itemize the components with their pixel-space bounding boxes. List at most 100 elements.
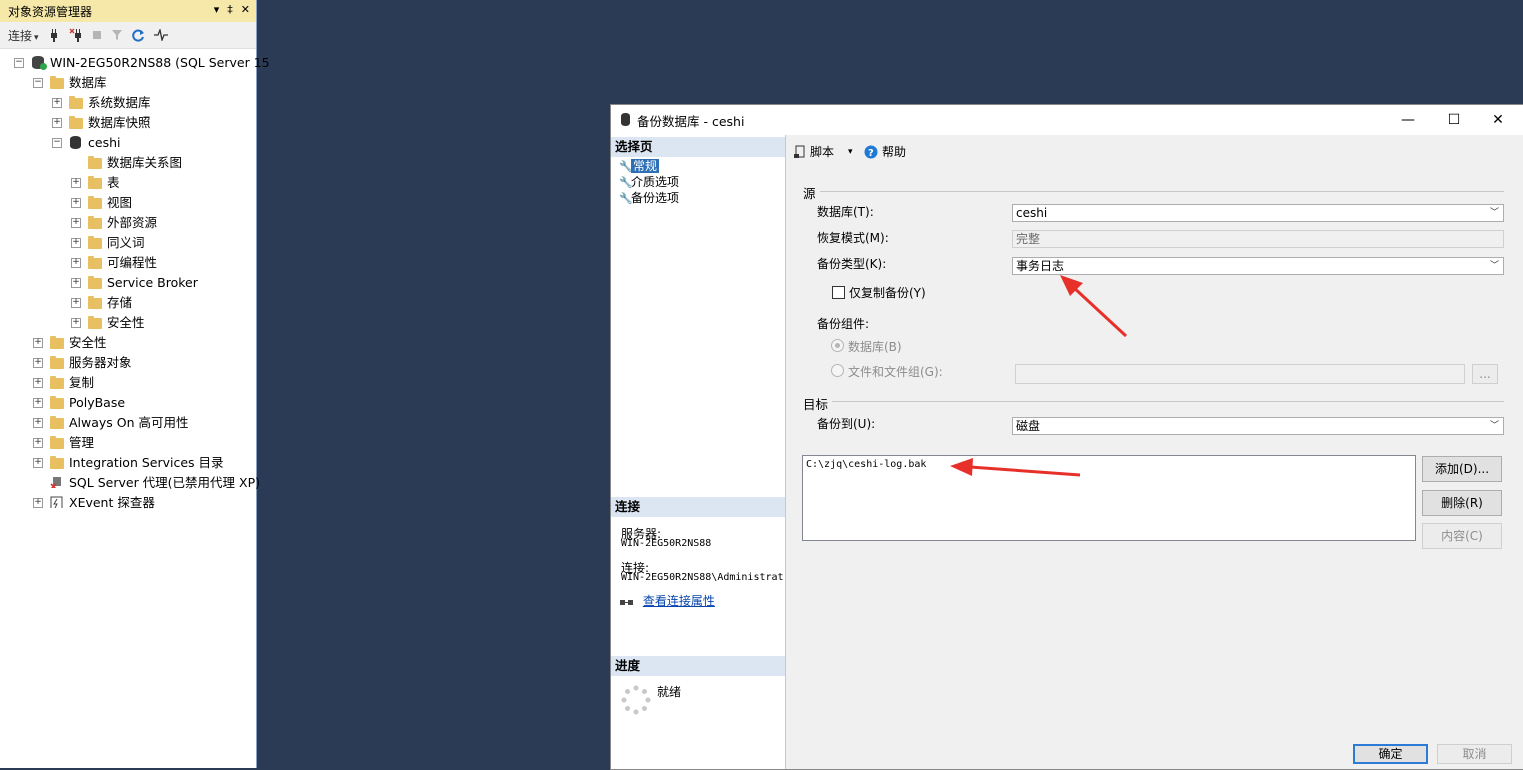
script-dropdown[interactable]: 脚本 ▾ [794, 143, 853, 160]
expand-icon[interactable]: + [71, 298, 81, 308]
backup-type-combo[interactable]: 事务日志 ﹀ [1012, 257, 1504, 275]
progress-status: 就绪 [657, 685, 682, 699]
chevron-down-icon: ▾ [848, 146, 853, 157]
database-combo[interactable]: ceshi ﹀ [1012, 204, 1504, 222]
tree-node-databases[interactable]: − 数据库 [0, 73, 256, 93]
destination-contents-button[interactable]: 内容(C) [1422, 523, 1502, 549]
backup-to-label: 备份到(U): [817, 417, 876, 431]
collapse-icon[interactable]: − [33, 78, 43, 88]
add-destination-button[interactable]: 添加(D)... [1422, 456, 1502, 482]
collapse-icon[interactable]: − [14, 58, 24, 68]
tree-node-always-on[interactable]: + Always On 高可用性 [0, 413, 256, 433]
expand-icon[interactable]: + [33, 438, 43, 448]
tree-node-label: PolyBase [69, 395, 126, 410]
folder-icon [88, 276, 102, 289]
tree-node-storage[interactable]: + 存储 [0, 293, 256, 313]
expand-icon[interactable]: + [71, 318, 81, 328]
tree-node-replication[interactable]: + 复制 [0, 373, 256, 393]
tree-node-xevent-profiler[interactable]: + XEvent 探查器 [0, 493, 256, 513]
filter-icon[interactable] [111, 29, 123, 41]
expand-icon[interactable]: + [33, 418, 43, 428]
chevron-down-icon: ﹀ [1489, 261, 1499, 271]
tree-node-server[interactable]: − WIN-2EG50R2NS88 (SQL Server 15 [0, 53, 270, 73]
remove-destination-button[interactable]: 删除(R) [1422, 490, 1502, 516]
connection-value: WIN-2EG50R2NS88\Administrat [621, 572, 784, 583]
refresh-icon[interactable] [131, 29, 145, 42]
copy-only-checkbox[interactable] [832, 286, 845, 299]
expand-icon[interactable]: + [71, 238, 81, 248]
expand-icon[interactable]: + [71, 178, 81, 188]
server-icon [32, 56, 47, 70]
component-database-radio[interactable] [831, 339, 844, 352]
folder-icon [88, 196, 102, 209]
activity-monitor-icon[interactable] [153, 29, 168, 41]
help-button[interactable]: ? 帮助 [864, 143, 906, 160]
tree-node-management[interactable]: + 管理 [0, 433, 256, 453]
expand-icon[interactable]: + [71, 198, 81, 208]
expand-icon[interactable]: + [33, 458, 43, 468]
tree-node-db-security[interactable]: + 安全性 [0, 313, 256, 333]
close-icon[interactable]: ✕ [241, 3, 250, 16]
filegroup-browse-button[interactable]: ... [1472, 364, 1498, 384]
window-position-dropdown-icon[interactable]: ▾ [214, 3, 220, 16]
filegroup-field [1015, 364, 1465, 384]
database-icon [70, 136, 81, 149]
script-label: 脚本 [810, 145, 835, 159]
tree-node-server-objects[interactable]: + 服务器对象 [0, 353, 256, 373]
folder-icon [88, 216, 102, 229]
expand-icon[interactable]: + [71, 278, 81, 288]
list-item[interactable]: C:\zjq\ceshi-log.bak [806, 459, 926, 470]
collapse-icon[interactable]: − [52, 138, 62, 148]
expand-icon[interactable]: + [71, 258, 81, 268]
folder-icon [50, 436, 64, 449]
tree-node-external-resources[interactable]: + 外部资源 [0, 213, 256, 233]
page-general[interactable]: 🔧常规 [619, 158, 660, 174]
expand-icon[interactable]: + [33, 378, 43, 388]
minimize-button[interactable]: — [1385, 105, 1431, 135]
tree-node-synonyms[interactable]: + 同义词 [0, 233, 256, 253]
source-group-divider [820, 191, 1504, 192]
expand-icon[interactable]: + [33, 358, 43, 368]
folder-icon [50, 356, 64, 369]
tree-node-programmability[interactable]: + 可编程性 [0, 253, 256, 273]
stop-icon[interactable] [92, 30, 102, 40]
tree-node-views[interactable]: + 视图 [0, 193, 256, 213]
close-button[interactable]: ✕ [1475, 105, 1521, 135]
recovery-model-label: 恢复模式(M): [817, 231, 889, 245]
tree-node-tables[interactable]: + 表 [0, 173, 256, 193]
connect-plug-icon[interactable] [48, 28, 60, 42]
expand-icon[interactable]: + [33, 398, 43, 408]
tree-node-label: 复制 [69, 375, 95, 390]
tree-node-ceshi[interactable]: − ceshi [0, 133, 256, 153]
page-media-options[interactable]: 🔧介质选项 [619, 174, 679, 190]
expand-icon[interactable]: + [33, 338, 43, 348]
pin-icon[interactable]: ‡ [227, 3, 233, 16]
backup-destination-list[interactable]: C:\zjq\ceshi-log.bak [802, 455, 1416, 541]
tree-node-system-databases[interactable]: + 系统数据库 [0, 93, 256, 113]
page-backup-options[interactable]: 🔧备份选项 [619, 190, 679, 206]
expand-icon[interactable]: + [71, 218, 81, 228]
backup-to-combo[interactable]: 磁盘 ﹀ [1012, 417, 1504, 435]
component-files-radio[interactable] [831, 364, 844, 377]
tree-node-database-snapshots[interactable]: + 数据库快照 [0, 113, 256, 133]
tree-node-label: 视图 [107, 195, 133, 210]
tree-node-label: 系统数据库 [88, 95, 151, 110]
tree-node-service-broker[interactable]: + Service Broker [0, 273, 256, 293]
disconnect-plug-icon[interactable] [69, 28, 83, 42]
tree-node-sql-agent[interactable]: SQL Server 代理(已禁用代理 XP) [0, 473, 260, 493]
expand-icon[interactable]: + [52, 98, 62, 108]
expand-icon[interactable]: + [33, 498, 43, 508]
view-connection-properties[interactable]: 查看连接属性 [619, 592, 715, 609]
view-connection-link[interactable]: 查看连接属性 [643, 594, 715, 608]
folder-icon [50, 336, 64, 349]
tree-node-integration-services[interactable]: + Integration Services 目录 [0, 453, 256, 473]
tree-node-database-diagrams[interactable]: 数据库关系图 [0, 153, 256, 173]
connect-dropdown[interactable]: 连接 ▾ [8, 27, 39, 44]
tree-node-polybase[interactable]: + PolyBase [0, 393, 256, 413]
cancel-button[interactable]: 取消 [1437, 744, 1512, 764]
tree-node-security[interactable]: + 安全性 [0, 333, 256, 353]
maximize-button[interactable]: ☐ [1431, 105, 1477, 135]
ok-button[interactable]: 确定 [1353, 744, 1428, 764]
expand-icon[interactable]: + [52, 118, 62, 128]
source-group-label: 源 [803, 186, 816, 201]
